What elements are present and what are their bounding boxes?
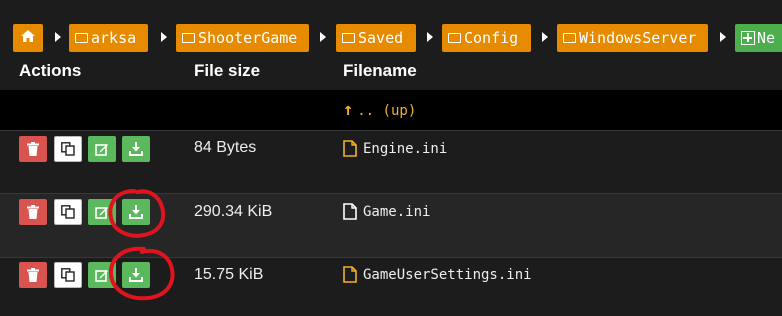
copy-icon — [61, 205, 75, 219]
folder-icon — [563, 33, 576, 43]
column-header-filename[interactable]: Filename — [343, 61, 417, 81]
folder-icon — [342, 33, 355, 43]
download-icon — [129, 268, 143, 282]
plus-icon — [741, 31, 755, 45]
file-icon — [343, 140, 357, 157]
chevron-right-icon — [320, 32, 326, 42]
column-header-file-size[interactable]: File size — [194, 61, 260, 81]
file-link[interactable]: GameUserSettings.ini — [343, 266, 532, 283]
edit-button[interactable] — [88, 199, 116, 225]
file-size: 290.34 KiB — [194, 203, 273, 220]
chevron-right-icon — [161, 32, 167, 42]
folder-icon — [182, 33, 195, 43]
level-up-icon: ↑ — [343, 100, 354, 120]
file-icon — [343, 266, 357, 283]
edit-icon — [95, 144, 108, 156]
chevron-right-icon — [720, 32, 726, 42]
breadcrumb-item-shootergame[interactable]: ShooterGame — [176, 24, 309, 52]
trash-icon — [27, 268, 39, 282]
home-button[interactable] — [13, 24, 43, 52]
breadcrumb-item-arksa[interactable]: arksa — [69, 24, 148, 52]
new-button[interactable]: Ne — [735, 24, 782, 52]
folder-icon — [448, 33, 461, 43]
copy-button[interactable] — [54, 262, 82, 288]
home-icon — [20, 29, 36, 47]
chevron-right-icon — [55, 32, 61, 42]
edit-icon — [95, 207, 108, 219]
breadcrumb-item-config[interactable]: Config — [442, 24, 531, 52]
parent-directory-link[interactable]: ↑.. (up) — [343, 100, 416, 120]
row-divider — [0, 193, 782, 194]
copy-icon — [61, 268, 75, 282]
file-size: 84 Bytes — [194, 139, 257, 156]
copy-button[interactable] — [54, 199, 82, 225]
copy-button[interactable] — [54, 136, 82, 162]
file-link[interactable]: Game.ini — [343, 203, 430, 220]
file-size: 15.75 KiB — [194, 266, 264, 283]
breadcrumb: arksa ShooterGame Saved Config WindowsSe… — [0, 0, 782, 56]
copy-icon — [61, 142, 75, 156]
download-button[interactable] — [122, 262, 150, 288]
row-divider — [0, 130, 782, 131]
download-button[interactable] — [122, 136, 150, 162]
folder-icon — [75, 33, 88, 43]
column-header-actions: Actions — [19, 61, 82, 80]
breadcrumb-item-saved[interactable]: Saved — [336, 24, 416, 52]
edit-button[interactable] — [88, 136, 116, 162]
row-divider — [0, 257, 782, 258]
edit-icon — [95, 270, 108, 282]
download-icon — [129, 142, 143, 156]
delete-button[interactable] — [19, 136, 47, 162]
file-icon — [343, 203, 357, 220]
breadcrumb-item-windowsserver[interactable]: WindowsServer — [557, 24, 708, 52]
delete-button[interactable] — [19, 262, 47, 288]
chevron-right-icon — [542, 32, 548, 42]
download-icon — [129, 205, 143, 219]
edit-button[interactable] — [88, 262, 116, 288]
trash-icon — [27, 142, 39, 156]
download-button[interactable] — [122, 199, 150, 225]
trash-icon — [27, 205, 39, 219]
chevron-right-icon — [427, 32, 433, 42]
file-link[interactable]: Engine.ini — [343, 140, 447, 157]
delete-button[interactable] — [19, 199, 47, 225]
